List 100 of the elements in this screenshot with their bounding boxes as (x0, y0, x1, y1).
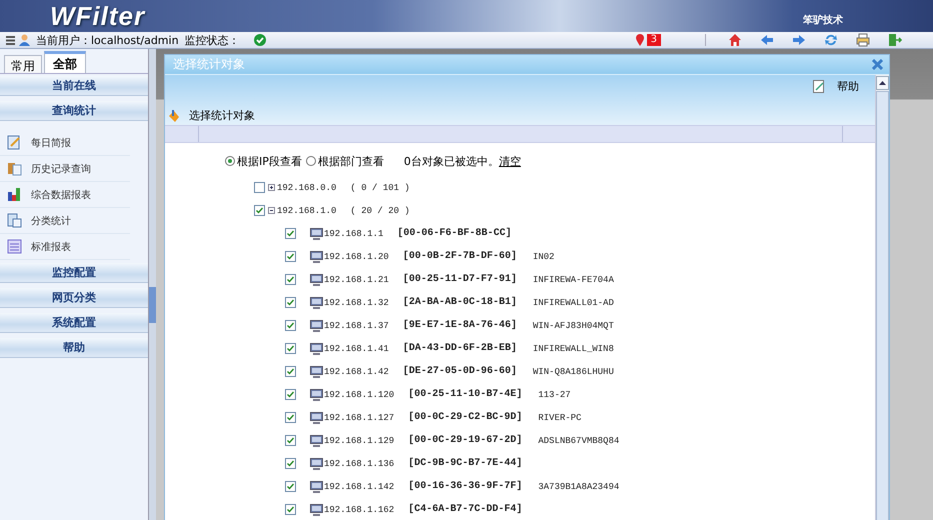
checkbox[interactable] (285, 343, 296, 354)
computer-icon (310, 228, 323, 240)
host-ip[interactable]: 192.168.1.1 (324, 228, 384, 238)
mac-address: [2A-BA-AB-0C-18-B1] (402, 297, 517, 308)
host-ip[interactable]: 192.168.1.41 (324, 344, 389, 354)
sidebar-section-header[interactable]: 帮助 (0, 338, 148, 358)
view-option-radio[interactable]: 根据部门查看 (306, 154, 384, 168)
computer-icon (310, 296, 323, 308)
view-option-radio[interactable]: 根据IP段查看 (225, 154, 302, 168)
home-icon[interactable] (728, 33, 742, 47)
sidebar-section-header[interactable]: 当前在线 (0, 76, 148, 96)
panel-subtitle: 选择统计对象 (189, 108, 255, 123)
computer-icon (310, 504, 323, 516)
scrollbar[interactable] (875, 75, 889, 520)
checkbox[interactable] (285, 458, 296, 469)
checkbox[interactable] (285, 274, 296, 285)
mac-address: [C4-6A-B7-7C-DD-F4] (408, 504, 522, 515)
host-ip[interactable]: 192.168.1.32 (324, 298, 389, 308)
user-icon (19, 34, 30, 46)
mac-address: [00-0B-2F-7B-DF-60] (402, 251, 517, 262)
mac-address: [00-0C-29-C2-BC-9D] (408, 412, 522, 423)
menu-icon[interactable] (6, 36, 15, 44)
host-ip[interactable]: 192.168.1.120 (324, 390, 394, 400)
checkbox[interactable] (285, 228, 296, 239)
host-name: INFIREWA-FE704A (532, 274, 614, 284)
check-circle-icon (254, 34, 266, 46)
checkbox[interactable] (285, 435, 296, 446)
sidebar-section-header[interactable]: 网页分类 (0, 288, 148, 308)
back-arrow-icon[interactable] (760, 33, 774, 47)
host-ip[interactable]: 192.168.1.37 (324, 320, 389, 330)
logo: WFilter (50, 0, 146, 32)
help-button[interactable]: 帮助 (813, 79, 859, 94)
host-ip[interactable]: 192.168.1.21 (324, 274, 389, 284)
ip-range[interactable]: 192.168.1.0 (277, 206, 336, 216)
pin-icon[interactable] (636, 34, 644, 46)
host-name: INFIREWALL01-AD (532, 298, 614, 308)
checkbox[interactable] (285, 297, 296, 308)
sidebar-item[interactable]: 历史记录查询 (0, 156, 130, 182)
host-count: ( 0 / 101 ) (350, 182, 410, 192)
printer-icon[interactable] (856, 33, 870, 47)
sidebar-item[interactable]: 分类统计 (0, 208, 130, 234)
computer-icon (310, 320, 323, 332)
bar-chart-icon (7, 187, 22, 202)
host-ip[interactable]: 192.168.1.127 (324, 412, 394, 422)
computer-icon (310, 388, 323, 400)
host-name: WIN-Q8A186LHUHU (532, 366, 614, 376)
collapse-icon[interactable] (268, 207, 275, 214)
forward-arrow-icon[interactable] (792, 33, 806, 47)
clear-link[interactable]: 清空 (498, 154, 521, 168)
expand-icon[interactable] (268, 184, 275, 191)
checkbox[interactable] (254, 182, 265, 193)
host-count: ( 20 / 20 ) (350, 206, 410, 216)
host-name: IN02 (532, 252, 554, 262)
mac-address: [DE-27-05-0D-96-60] (402, 366, 517, 377)
computer-icon (310, 458, 323, 470)
checkbox[interactable] (285, 481, 296, 492)
close-icon[interactable] (872, 59, 883, 70)
host-ip[interactable]: 192.168.1.162 (324, 504, 394, 514)
sidebar-tab[interactable]: 全部 (44, 51, 86, 73)
exit-door-icon[interactable] (888, 33, 902, 47)
host-name: RIVER-PC (538, 412, 582, 422)
sidebar-section-header[interactable]: 监控配置 (0, 263, 148, 283)
checkbox[interactable] (285, 389, 296, 400)
refresh-icon[interactable] (824, 33, 838, 47)
company-name: 笨驴技术 (803, 14, 843, 27)
computer-icon (310, 434, 323, 446)
sidebar-section-header[interactable]: 查询统计 (0, 101, 148, 121)
computer-icon (310, 342, 323, 354)
checkbox[interactable] (285, 412, 296, 423)
scroll-up-button[interactable] (876, 76, 889, 90)
host-ip[interactable]: 192.168.1.136 (324, 458, 394, 468)
checkbox[interactable] (285, 251, 296, 262)
notepad-pencil-icon (7, 135, 22, 150)
mac-address: [00-25-11-10-B7-4E] (408, 389, 522, 400)
sidebar-item[interactable]: 综合数据报表 (0, 182, 130, 208)
note-pencil-icon (813, 80, 825, 93)
mac-address: [00-25-11-D7-F7-91] (402, 274, 517, 285)
document-stack-icon (7, 213, 22, 228)
sidebar-section-header[interactable]: 系统配置 (0, 313, 148, 333)
checkbox[interactable] (285, 320, 296, 331)
host-name: 3A739B1A8A23494 (538, 482, 620, 492)
checkbox[interactable] (285, 504, 296, 515)
mac-address: [00-16-36-36-9F-7F] (408, 481, 522, 492)
host-ip[interactable]: 192.168.1.42 (324, 366, 389, 376)
selection-count-text: 0台对象已被选中。 (404, 154, 499, 168)
list-icon (7, 239, 22, 254)
sidebar-item[interactable]: 标准报表 (0, 234, 130, 260)
checkbox[interactable] (254, 205, 265, 216)
alert-count: 3 (646, 34, 661, 46)
host-ip[interactable]: 192.168.1.129 (324, 436, 394, 446)
mac-address: [DC-9B-9C-B7-7E-44] (408, 458, 522, 469)
ip-range[interactable]: 192.168.0.0 (277, 182, 336, 192)
sidebar-tab[interactable]: 常用 (4, 55, 42, 73)
sidebar-item[interactable]: 每日简报 (0, 130, 130, 156)
computer-icon (310, 274, 323, 286)
mac-address: [00-0C-29-19-67-2D] (408, 435, 522, 446)
monitor-label: 监控状态： (184, 32, 240, 48)
host-ip[interactable]: 192.168.1.142 (324, 482, 394, 492)
host-ip[interactable]: 192.168.1.20 (324, 252, 389, 262)
checkbox[interactable] (285, 366, 296, 377)
